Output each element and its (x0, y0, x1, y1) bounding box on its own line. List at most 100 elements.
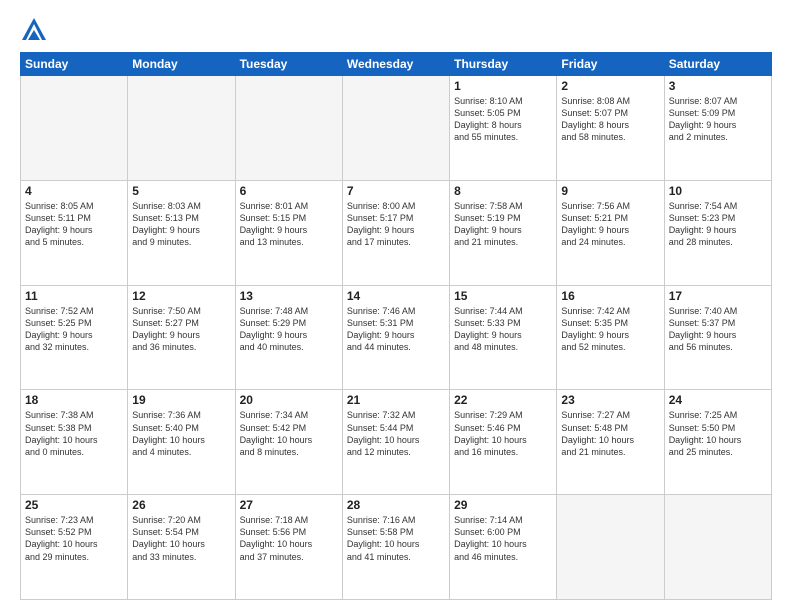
day-info: Sunrise: 7:20 AM Sunset: 5:54 PM Dayligh… (132, 514, 230, 563)
calendar-week-2: 11Sunrise: 7:52 AM Sunset: 5:25 PM Dayli… (21, 285, 772, 390)
day-number: 27 (240, 498, 338, 512)
day-number: 18 (25, 393, 123, 407)
calendar-cell: 10 Sunrise: 7:54 AM Sunset: 5:23 PM Dayli… (664, 180, 771, 285)
calendar-cell: 26 Sunrise: 7:20 AM Sunset: 5:54 PM Dayli… (128, 495, 235, 600)
day-info: Sunrise: 8:08 AM Sunset: 5:07 PM Dayligh… (561, 95, 659, 144)
calendar-header-tuesday: Tuesday (235, 53, 342, 76)
day-info: Sunrise: 7:14 AM Sunset: 6:00 PM Dayligh… (454, 514, 552, 563)
calendar-cell: 18 Sunrise: 7:38 AM Sunset: 5:38 PM Dayli… (21, 390, 128, 495)
calendar-cell: 21 Sunrise: 7:32 AM Sunset: 5:44 PM Dayli… (342, 390, 449, 495)
day-number: 2 (561, 79, 659, 93)
calendar-header-sunday: Sunday (21, 53, 128, 76)
day-info: Sunrise: 7:25 AM Sunset: 5:50 PM Dayligh… (669, 409, 767, 458)
day-number: 15 (454, 289, 552, 303)
day-info: Sunrise: 7:40 AM Sunset: 5:37 PM Dayligh… (669, 305, 767, 354)
calendar-cell: 6 Sunrise: 8:01 AM Sunset: 5:15 PM Daylig… (235, 180, 342, 285)
day-info: Sunrise: 8:00 AM Sunset: 5:17 PM Dayligh… (347, 200, 445, 249)
calendar-cell: 4 Sunrise: 8:05 AM Sunset: 5:11 PM Daylig… (21, 180, 128, 285)
day-info: Sunrise: 7:48 AM Sunset: 5:29 PM Dayligh… (240, 305, 338, 354)
day-number: 24 (669, 393, 767, 407)
calendar-cell: 19 Sunrise: 7:36 AM Sunset: 5:40 PM Dayli… (128, 390, 235, 495)
day-number: 5 (132, 184, 230, 198)
day-number: 4 (25, 184, 123, 198)
day-number: 23 (561, 393, 659, 407)
calendar-cell: 7 Sunrise: 8:00 AM Sunset: 5:17 PM Daylig… (342, 180, 449, 285)
header (20, 16, 772, 44)
calendar-header-wednesday: Wednesday (342, 53, 449, 76)
calendar-cell (664, 495, 771, 600)
calendar-cell: 9 Sunrise: 7:56 AM Sunset: 5:21 PM Daylig… (557, 180, 664, 285)
calendar-header-monday: Monday (128, 53, 235, 76)
calendar-cell (342, 76, 449, 181)
day-info: Sunrise: 7:38 AM Sunset: 5:38 PM Dayligh… (25, 409, 123, 458)
calendar-cell: 23 Sunrise: 7:27 AM Sunset: 5:48 PM Dayli… (557, 390, 664, 495)
day-info: Sunrise: 8:03 AM Sunset: 5:13 PM Dayligh… (132, 200, 230, 249)
calendar-cell: 25 Sunrise: 7:23 AM Sunset: 5:52 PM Dayli… (21, 495, 128, 600)
day-number: 20 (240, 393, 338, 407)
day-number: 26 (132, 498, 230, 512)
calendar-cell (557, 495, 664, 600)
day-info: Sunrise: 8:01 AM Sunset: 5:15 PM Dayligh… (240, 200, 338, 249)
calendar-header-row: SundayMondayTuesdayWednesdayThursdayFrid… (21, 53, 772, 76)
day-number: 8 (454, 184, 552, 198)
calendar-cell: 20 Sunrise: 7:34 AM Sunset: 5:42 PM Dayli… (235, 390, 342, 495)
day-info: Sunrise: 7:58 AM Sunset: 5:19 PM Dayligh… (454, 200, 552, 249)
day-number: 21 (347, 393, 445, 407)
day-info: Sunrise: 8:05 AM Sunset: 5:11 PM Dayligh… (25, 200, 123, 249)
day-number: 12 (132, 289, 230, 303)
calendar-header-thursday: Thursday (450, 53, 557, 76)
day-number: 17 (669, 289, 767, 303)
calendar-cell: 15 Sunrise: 7:44 AM Sunset: 5:33 PM Dayli… (450, 285, 557, 390)
day-info: Sunrise: 7:27 AM Sunset: 5:48 PM Dayligh… (561, 409, 659, 458)
calendar-week-4: 25 Sunrise: 7:23 AM Sunset: 5:52 PM Dayli… (21, 495, 772, 600)
day-number: 25 (25, 498, 123, 512)
day-info: Sunrise: 7:23 AM Sunset: 5:52 PM Dayligh… (25, 514, 123, 563)
logo-icon (20, 16, 48, 44)
day-info: Sunrise: 7:46 AM Sunset: 5:31 PM Dayligh… (347, 305, 445, 354)
calendar-header-saturday: Saturday (664, 53, 771, 76)
calendar-cell: 24 Sunrise: 7:25 AM Sunset: 5:50 PM Dayli… (664, 390, 771, 495)
day-number: 14 (347, 289, 445, 303)
day-number: 1 (454, 79, 552, 93)
day-info: Sunrise: 7:36 AM Sunset: 5:40 PM Dayligh… (132, 409, 230, 458)
calendar-cell: 13 Sunrise: 7:48 AM Sunset: 5:29 PM Dayli… (235, 285, 342, 390)
day-number: 28 (347, 498, 445, 512)
calendar-cell: 22Sunrise: 7:29 AM Sunset: 5:46 PM Dayli… (450, 390, 557, 495)
calendar-header-friday: Friday (557, 53, 664, 76)
day-info: Sunrise: 7:50 AM Sunset: 5:27 PM Dayligh… (132, 305, 230, 354)
day-info: Sunrise: 7:18 AM Sunset: 5:56 PM Dayligh… (240, 514, 338, 563)
calendar-cell: 8 Sunrise: 7:58 AM Sunset: 5:19 PM Daylig… (450, 180, 557, 285)
calendar-cell (21, 76, 128, 181)
calendar-cell: 1 Sunrise: 8:10 AM Sunset: 5:05 PM Daylig… (450, 76, 557, 181)
day-info: Sunrise: 7:32 AM Sunset: 5:44 PM Dayligh… (347, 409, 445, 458)
day-info: Sunrise: 7:44 AM Sunset: 5:33 PM Dayligh… (454, 305, 552, 354)
day-info: Sunrise: 8:10 AM Sunset: 5:05 PM Dayligh… (454, 95, 552, 144)
day-number: 6 (240, 184, 338, 198)
day-number: 13 (240, 289, 338, 303)
day-info: Sunrise: 7:34 AM Sunset: 5:42 PM Dayligh… (240, 409, 338, 458)
calendar-cell: 16 Sunrise: 7:42 AM Sunset: 5:35 PM Dayli… (557, 285, 664, 390)
day-info: Sunrise: 7:54 AM Sunset: 5:23 PM Dayligh… (669, 200, 767, 249)
calendar-cell (235, 76, 342, 181)
calendar-week-3: 18 Sunrise: 7:38 AM Sunset: 5:38 PM Dayli… (21, 390, 772, 495)
day-number: 7 (347, 184, 445, 198)
day-info: Sunrise: 7:16 AM Sunset: 5:58 PM Dayligh… (347, 514, 445, 563)
day-number: 3 (669, 79, 767, 93)
calendar-cell: 12 Sunrise: 7:50 AM Sunset: 5:27 PM Dayli… (128, 285, 235, 390)
day-number: 16 (561, 289, 659, 303)
calendar-cell: 27 Sunrise: 7:18 AM Sunset: 5:56 PM Dayli… (235, 495, 342, 600)
calendar-cell: 3 Sunrise: 8:07 AM Sunset: 5:09 PM Daylig… (664, 76, 771, 181)
day-number: 19 (132, 393, 230, 407)
day-info: Sunrise: 8:07 AM Sunset: 5:09 PM Dayligh… (669, 95, 767, 144)
calendar-cell: 5 Sunrise: 8:03 AM Sunset: 5:13 PM Daylig… (128, 180, 235, 285)
calendar-cell: 2 Sunrise: 8:08 AM Sunset: 5:07 PM Daylig… (557, 76, 664, 181)
day-number: 10 (669, 184, 767, 198)
calendar-table: SundayMondayTuesdayWednesdayThursdayFrid… (20, 52, 772, 600)
day-info: Sunrise: 7:42 AM Sunset: 5:35 PM Dayligh… (561, 305, 659, 354)
calendar-cell (128, 76, 235, 181)
day-info: Sunrise: 7:29 AM Sunset: 5:46 PM Dayligh… (454, 409, 552, 458)
day-info: Sunrise: 7:56 AM Sunset: 5:21 PM Dayligh… (561, 200, 659, 249)
calendar-week-1: 4 Sunrise: 8:05 AM Sunset: 5:11 PM Daylig… (21, 180, 772, 285)
day-number: 9 (561, 184, 659, 198)
logo (20, 16, 52, 44)
